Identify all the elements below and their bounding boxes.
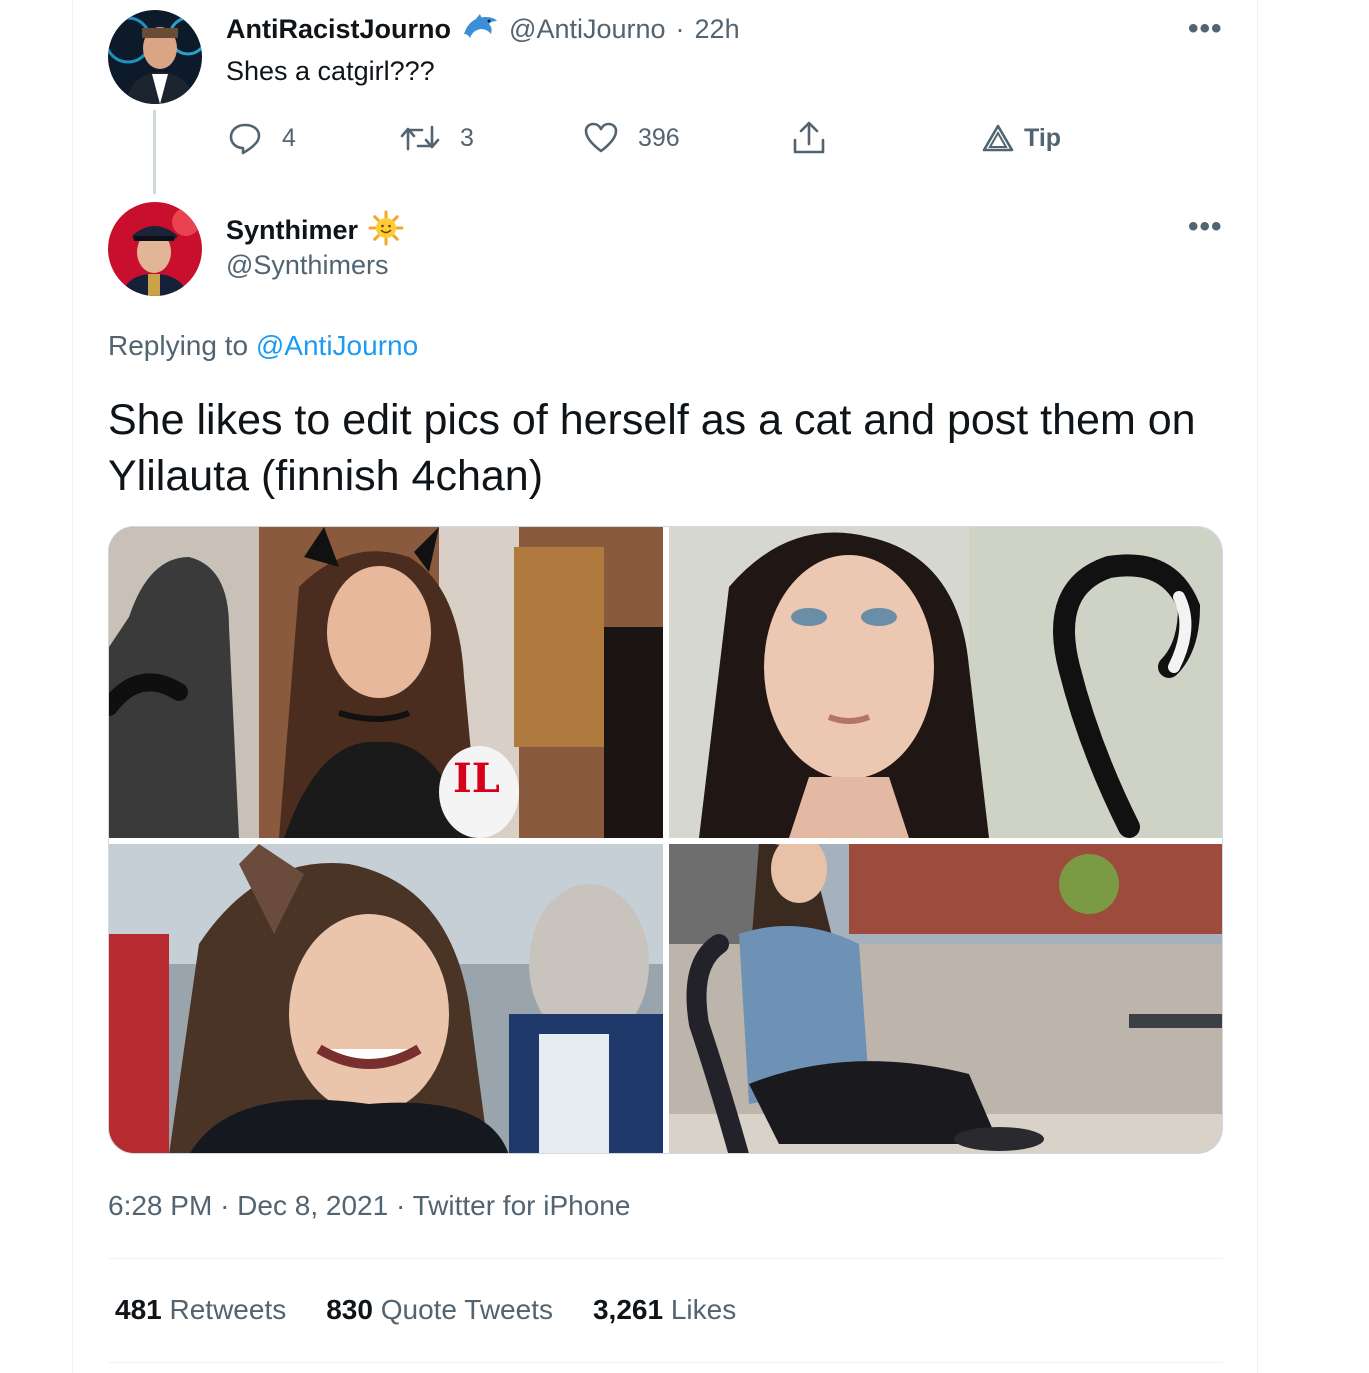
retweets-total: 481	[115, 1294, 162, 1325]
replying-to-line: Replying to @AntiJourno	[108, 330, 418, 362]
parent-more-icon[interactable]: •••	[1188, 14, 1223, 44]
quote-tweets-total: 830	[326, 1294, 373, 1325]
like-button[interactable]: 396	[584, 118, 680, 158]
reply-more-icon[interactable]: •••	[1188, 212, 1223, 242]
meta-separator-2: ·	[395, 1190, 406, 1221]
reply-tweet-text: She likes to edit pics of herself as a c…	[108, 396, 1196, 500]
likes-label: Likes	[670, 1294, 737, 1325]
dolphin-icon	[461, 12, 499, 47]
share-button[interactable]	[792, 118, 826, 158]
likes-total: 3,261	[592, 1294, 664, 1325]
parent-header: AntiRacistJourno @AntiJourno · 22h	[226, 12, 740, 47]
replying-to-handle-link[interactable]: @AntiJourno	[256, 330, 418, 361]
stats-bottom-divider	[108, 1362, 1223, 1363]
tweet-date[interactable]: Dec 8, 2021	[237, 1190, 388, 1221]
reply-count: 4	[282, 123, 296, 152]
photo-top-right[interactable]	[669, 527, 1222, 838]
photo-top-left[interactable]: IL	[109, 527, 663, 838]
photo-bottom-left[interactable]	[109, 844, 663, 1153]
sun-emoji-icon	[368, 210, 404, 251]
retweet-count: 3	[460, 123, 474, 152]
share-icon	[792, 120, 826, 156]
reply-avatar[interactable]	[108, 202, 202, 296]
reply-header: Synthimer	[226, 210, 404, 251]
reply-handle[interactable]: @Synthimers	[226, 250, 388, 281]
microphone-label: IL	[453, 755, 500, 802]
quote-tweets-stat[interactable]: 830 Quote Tweets	[326, 1294, 553, 1326]
reply-icon	[228, 121, 262, 155]
photo-bottom-right[interactable]	[669, 844, 1222, 1153]
like-count: 396	[638, 123, 680, 152]
tip-triangle-icon	[982, 123, 1014, 153]
replying-to-prefix: Replying to	[108, 330, 249, 361]
tweet-time[interactable]: 6:28 PM	[108, 1190, 212, 1221]
parent-text: Shes a catgirl???	[226, 56, 435, 86]
parent-handle[interactable]: @AntiJourno	[509, 14, 666, 45]
retweets-label: Retweets	[169, 1294, 287, 1325]
retweet-button[interactable]: 3	[400, 118, 474, 158]
likes-stat[interactable]: 3,261 Likes	[593, 1294, 736, 1326]
separator-dot: ·	[675, 14, 685, 44]
heart-icon	[584, 122, 618, 154]
reply-display-name[interactable]: Synthimer	[226, 215, 358, 246]
retweets-stat[interactable]: 481 Retweets	[115, 1294, 286, 1326]
parent-time[interactable]: 22h	[695, 14, 740, 45]
tweet-meta: 6:28 PM · Dec 8, 2021 · Twitter for iPho…	[108, 1190, 630, 1222]
meta-separator-1: ·	[220, 1190, 230, 1221]
stats-top-divider	[108, 1258, 1223, 1259]
quote-tweets-label: Quote Tweets	[380, 1294, 553, 1325]
engagement-stats: 481 Retweets 830 Quote Tweets 3,261 Like…	[115, 1294, 736, 1326]
reply-button[interactable]: 4	[228, 118, 296, 158]
parent-display-name[interactable]: AntiRacistJourno	[226, 14, 451, 45]
tweet-source[interactable]: Twitter for iPhone	[413, 1190, 631, 1221]
thread-connector-line	[153, 110, 156, 194]
retweet-icon	[400, 121, 440, 155]
media-grid: IL	[108, 526, 1223, 1154]
tip-label: Tip	[1024, 123, 1062, 152]
parent-avatar[interactable]	[108, 10, 202, 104]
tip-button[interactable]: Tip	[982, 118, 1061, 158]
